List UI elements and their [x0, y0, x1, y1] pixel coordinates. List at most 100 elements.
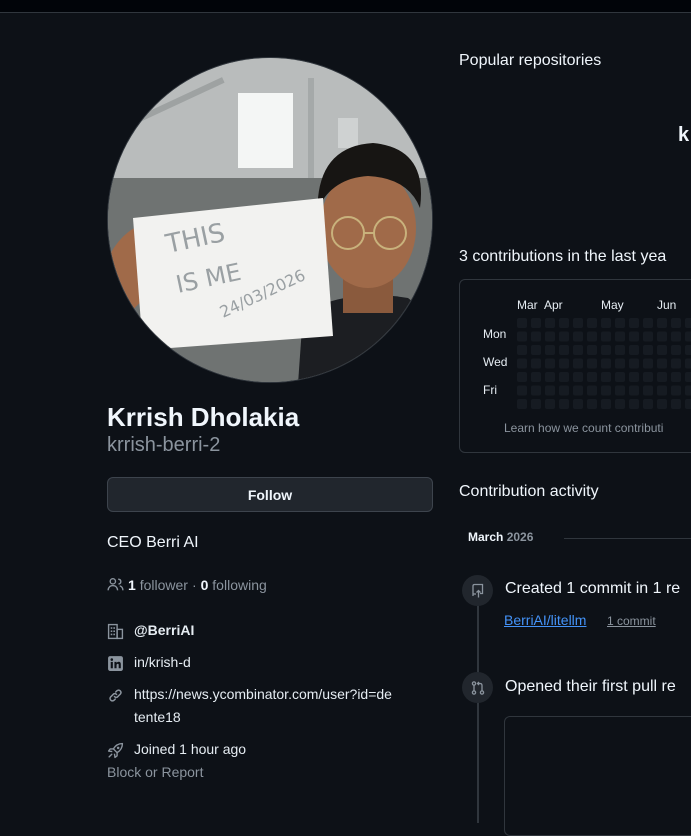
- contribution-cell[interactable]: [615, 385, 625, 396]
- contribution-cell[interactable]: [545, 345, 555, 355]
- contribution-cell[interactable]: [671, 331, 681, 342]
- contribution-cell[interactable]: [629, 372, 639, 382]
- contribution-cell[interactable]: [517, 331, 527, 342]
- contribution-cell[interactable]: [587, 358, 597, 369]
- contribution-cell[interactable]: [615, 318, 625, 328]
- contribution-cell[interactable]: [657, 399, 667, 409]
- contribution-cell[interactable]: [517, 318, 527, 328]
- contribution-cell[interactable]: [601, 345, 611, 355]
- contribution-cell[interactable]: [657, 318, 667, 328]
- contribution-cell[interactable]: [657, 345, 667, 355]
- contribution-cell[interactable]: [531, 318, 541, 328]
- contribution-cell[interactable]: [559, 345, 569, 355]
- contribution-cell[interactable]: [531, 385, 541, 396]
- contribution-cell[interactable]: [643, 385, 653, 396]
- avatar[interactable]: THIS IS ME 24/03/2026: [107, 57, 433, 383]
- contribution-cell[interactable]: [615, 358, 625, 369]
- contribution-cell[interactable]: [671, 345, 681, 355]
- contribution-cell[interactable]: [559, 318, 569, 328]
- contribution-cell[interactable]: [531, 331, 541, 342]
- contribution-cell[interactable]: [657, 358, 667, 369]
- contribution-cell[interactable]: [531, 372, 541, 382]
- contribution-cell[interactable]: [643, 399, 653, 409]
- contribution-cell[interactable]: [629, 358, 639, 369]
- contribution-cell[interactable]: [545, 399, 555, 409]
- contribution-cell[interactable]: [671, 399, 681, 409]
- contribution-cell[interactable]: [671, 358, 681, 369]
- contribution-cell[interactable]: [629, 399, 639, 409]
- contribution-cell[interactable]: [559, 399, 569, 409]
- linkedin-link[interactable]: in/krish-d: [134, 654, 191, 670]
- contribution-cell[interactable]: [573, 345, 583, 355]
- contribution-cell[interactable]: [643, 345, 653, 355]
- contribution-cell[interactable]: [573, 372, 583, 382]
- contribution-cell[interactable]: [601, 372, 611, 382]
- contribution-cell[interactable]: [545, 372, 555, 382]
- contribution-cell[interactable]: [545, 385, 555, 396]
- website-link[interactable]: https://news.ycombinator.com/user?id=de t…: [134, 683, 392, 729]
- contribution-cell[interactable]: [531, 399, 541, 409]
- contribution-cell[interactable]: [629, 331, 639, 342]
- contribution-cell[interactable]: [573, 385, 583, 396]
- contribution-cell[interactable]: [587, 318, 597, 328]
- contribution-cell[interactable]: [685, 372, 691, 382]
- contribution-cell[interactable]: [531, 345, 541, 355]
- contribution-cell[interactable]: [559, 385, 569, 396]
- contribution-cell[interactable]: [559, 358, 569, 369]
- contribution-cell[interactable]: [601, 318, 611, 328]
- contribution-cell[interactable]: [657, 372, 667, 382]
- contribution-cell[interactable]: [629, 345, 639, 355]
- contribution-cell[interactable]: [601, 385, 611, 396]
- contribution-cell[interactable]: [559, 331, 569, 342]
- contribution-cell[interactable]: [587, 372, 597, 382]
- contribution-cell[interactable]: [587, 385, 597, 396]
- contribution-cell[interactable]: [601, 331, 611, 342]
- contribution-cell[interactable]: [671, 318, 681, 328]
- contribution-cell[interactable]: [545, 331, 555, 342]
- contribution-cell[interactable]: [657, 385, 667, 396]
- contribution-cell[interactable]: [573, 358, 583, 369]
- contribution-cell[interactable]: [517, 358, 527, 369]
- contribution-cell[interactable]: [671, 372, 681, 382]
- contribution-cell[interactable]: [643, 372, 653, 382]
- contribution-cell[interactable]: [685, 399, 691, 409]
- contribution-cell[interactable]: [601, 399, 611, 409]
- block-report-link[interactable]: Block or Report: [107, 764, 203, 780]
- contribution-cell[interactable]: [685, 385, 691, 396]
- contribution-cell[interactable]: [601, 358, 611, 369]
- contribution-cell[interactable]: [587, 331, 597, 342]
- contribution-cell[interactable]: [587, 399, 597, 409]
- contribution-cell[interactable]: [671, 385, 681, 396]
- contribution-cell[interactable]: [517, 399, 527, 409]
- contribution-cell[interactable]: [559, 372, 569, 382]
- repo-link-litellm[interactable]: BerriAI/litellm: [504, 612, 586, 628]
- contribution-cell[interactable]: [657, 331, 667, 342]
- contribution-cell[interactable]: [615, 345, 625, 355]
- commit-count-link[interactable]: 1 commit: [607, 614, 656, 628]
- contribution-cell[interactable]: [545, 358, 555, 369]
- contribution-cell[interactable]: [685, 345, 691, 355]
- followers-link[interactable]: 1 follower: [128, 577, 188, 593]
- contribution-cell[interactable]: [643, 318, 653, 328]
- contribution-cell[interactable]: [573, 318, 583, 328]
- pinned-repo-partial[interactable]: k: [678, 124, 689, 147]
- contribution-cell[interactable]: [685, 358, 691, 369]
- follow-button[interactable]: Follow: [107, 477, 433, 512]
- contribution-cell[interactable]: [643, 331, 653, 342]
- contribution-cell[interactable]: [615, 331, 625, 342]
- contribution-cell[interactable]: [643, 358, 653, 369]
- following-link[interactable]: 0 following: [201, 577, 267, 593]
- contribution-cell[interactable]: [573, 331, 583, 342]
- contribution-cell[interactable]: [685, 331, 691, 342]
- contribution-cell[interactable]: [587, 345, 597, 355]
- contribution-cell[interactable]: [517, 372, 527, 382]
- contribution-cell[interactable]: [531, 358, 541, 369]
- org-link[interactable]: @BerriAI: [134, 622, 194, 638]
- contribution-cell[interactable]: [517, 345, 527, 355]
- learn-contributions-link[interactable]: Learn how we count contributi: [504, 421, 663, 435]
- activity-item-pull-request[interactable]: Opened their first pull re: [505, 678, 676, 696]
- contribution-cell[interactable]: [517, 385, 527, 396]
- contribution-cell[interactable]: [573, 399, 583, 409]
- activity-item-commits[interactable]: Created 1 commit in 1 re: [505, 580, 680, 598]
- contribution-cell[interactable]: [615, 399, 625, 409]
